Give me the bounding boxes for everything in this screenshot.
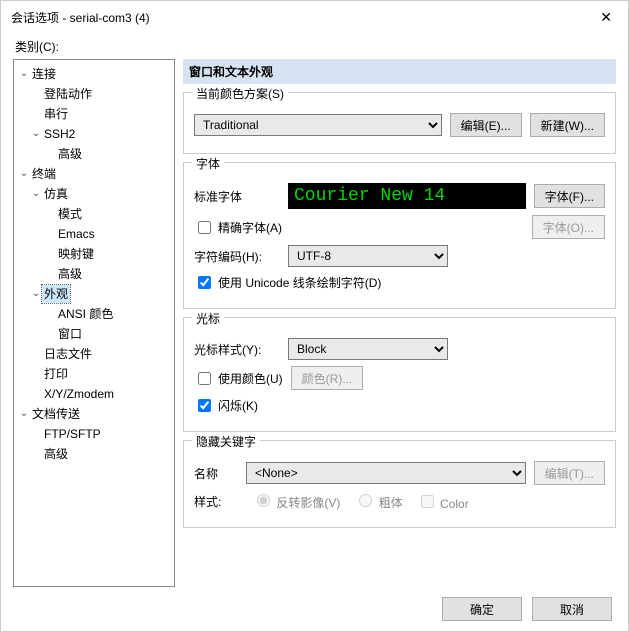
hidekey-legend: 隐藏关键字 [192,433,260,450]
scheme-select[interactable]: Traditional [194,114,442,136]
tree-item[interactable]: Emacs [16,224,172,244]
tree-item-label: 高级 [56,145,84,163]
tree-item-label: 连接 [30,65,58,83]
font-button-2: 字体(O)... [532,215,605,239]
tree-item-label: SSH2 [42,125,77,143]
tree-item[interactable]: 高级 [16,144,172,164]
radio-color: Color [417,492,469,511]
tree-item[interactable]: 日志文件 [16,344,172,364]
expand-icon[interactable]: ⌄ [18,65,30,83]
tree-item-label: FTP/SFTP [42,425,103,443]
radio-reverse: 反转影像(V) [252,491,340,511]
expand-icon[interactable]: ⌄ [18,405,30,423]
category-label: 类别(C): [15,38,616,55]
cursor-color-button: 颜色(R)... [291,366,364,390]
hidekey-name-select[interactable]: <None> [246,462,526,484]
scheme-label: 当前颜色方案(S) [192,85,288,102]
tree-item-label: 仿真 [42,185,70,203]
ok-button[interactable]: 确定 [442,597,522,621]
font-legend: 字体 [192,155,224,172]
group-cursor: 光标 光标样式(Y): Block 使用颜色(U) 颜色(R)... 闪烁(K) [183,317,616,432]
tree-item[interactable]: 窗口 [16,324,172,344]
tree-item-label: 日志文件 [42,345,94,363]
scheme-edit-button[interactable]: 编辑(E)... [450,113,522,137]
tree-item[interactable]: ⌄终端 [16,164,172,184]
tree-item[interactable]: 打印 [16,364,172,384]
blink-checkbox[interactable]: 闪烁(K) [194,396,258,415]
group-hide-keyword: 隐藏关键字 名称 <None> 编辑(T)... 样式: 反转影像(V) 粗体 … [183,440,616,528]
tree-item-label: 外观 [42,285,70,303]
tree-item-label: 高级 [42,445,70,463]
cursor-style-select[interactable]: Block [288,338,448,360]
tree-item-label: Emacs [56,225,97,243]
expand-icon[interactable]: ⌄ [30,185,42,203]
tree-item[interactable]: 模式 [16,204,172,224]
tree-item[interactable]: ⌄外观 [16,284,172,304]
tree-item[interactable]: ⌄仿真 [16,184,172,204]
cancel-button[interactable]: 取消 [532,597,612,621]
group-font: 字体 标准字体 Courier New 14 字体(F)... 精确字体(A) … [183,162,616,309]
hidekey-edit-button: 编辑(T)... [534,461,605,485]
unicode-lines-checkbox[interactable]: 使用 Unicode 线条绘制字符(D) [194,273,381,292]
group-color-scheme: 当前颜色方案(S) Traditional 编辑(E)... 新建(W)... [183,92,616,154]
expand-icon[interactable]: ⌄ [30,125,42,143]
tree-item[interactable]: ⌄文档传送 [16,404,172,424]
tree-item-label: 打印 [42,365,70,383]
radio-bold: 粗体 [354,491,402,511]
tree-item-label: X/Y/Zmodem [42,385,116,403]
tree-item-label: 窗口 [56,325,84,343]
std-font-label: 标准字体 [194,188,280,205]
tree-item-label: 登陆动作 [42,85,94,103]
expand-icon[interactable]: ⌄ [18,165,30,183]
cursor-style-label: 光标样式(Y): [194,341,280,358]
tree-item[interactable]: 登陆动作 [16,84,172,104]
scheme-new-button[interactable]: 新建(W)... [530,113,605,137]
tree-item[interactable]: X/Y/Zmodem [16,384,172,404]
expand-icon[interactable]: ⌄ [30,285,42,303]
tree-item-label: 文档传送 [30,405,82,423]
tree-item[interactable]: ANSI 颜色 [16,304,172,324]
charset-label: 字符编码(H): [194,248,280,265]
window-title: 会话选项 - serial-com3 (4) [11,9,594,26]
tree-item[interactable]: ⌄连接 [16,64,172,84]
hidekey-name-label: 名称 [194,465,238,482]
precise-font-checkbox[interactable]: 精确字体(A) [194,218,282,237]
tree-item-label: 高级 [56,265,84,283]
tree-item-label: 串行 [42,105,70,123]
tree-item[interactable]: 高级 [16,444,172,464]
tree-item[interactable]: 高级 [16,264,172,284]
tree-item-label: ANSI 颜色 [56,305,115,323]
charset-select[interactable]: UTF-8 [288,245,448,267]
tree-item-label: 终端 [30,165,58,183]
tree-item-label: 映射键 [56,245,96,263]
font-button[interactable]: 字体(F)... [534,184,605,208]
panel-header: 窗口和文本外观 [183,59,616,84]
font-preview: Courier New 14 [288,183,526,209]
tree-item-label: 模式 [56,205,84,223]
use-color-checkbox[interactable]: 使用颜色(U) [194,369,283,388]
cursor-legend: 光标 [192,310,224,327]
hidekey-style-label: 样式: [194,493,238,510]
tree-item[interactable]: 串行 [16,104,172,124]
tree-item[interactable]: 映射键 [16,244,172,264]
category-tree[interactable]: ⌄连接登陆动作串行⌄SSH2高级⌄终端⌄仿真模式Emacs映射键高级⌄外观ANS… [13,59,175,587]
tree-item[interactable]: ⌄SSH2 [16,124,172,144]
tree-item[interactable]: FTP/SFTP [16,424,172,444]
close-icon[interactable]: ✕ [594,9,618,26]
